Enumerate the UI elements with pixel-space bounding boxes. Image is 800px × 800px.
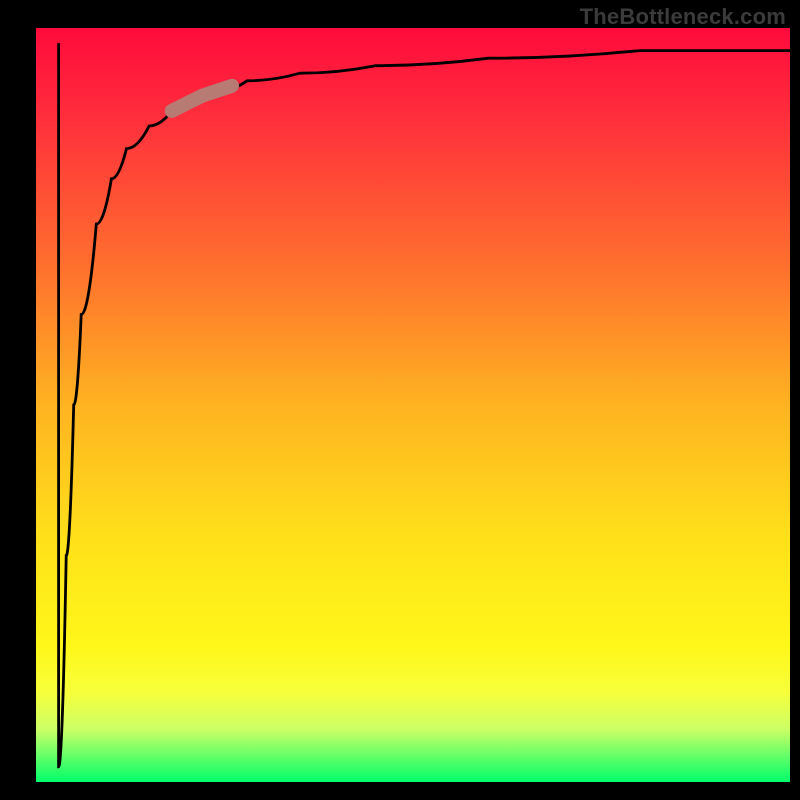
curve-highlight-segment <box>172 86 232 111</box>
plot-area <box>36 28 790 782</box>
chart-frame: TheBottleneck.com <box>0 0 800 800</box>
watermark-text: TheBottleneck.com <box>580 4 786 30</box>
bottleneck-curve-svg <box>36 28 790 782</box>
bottleneck-curve <box>59 43 790 767</box>
